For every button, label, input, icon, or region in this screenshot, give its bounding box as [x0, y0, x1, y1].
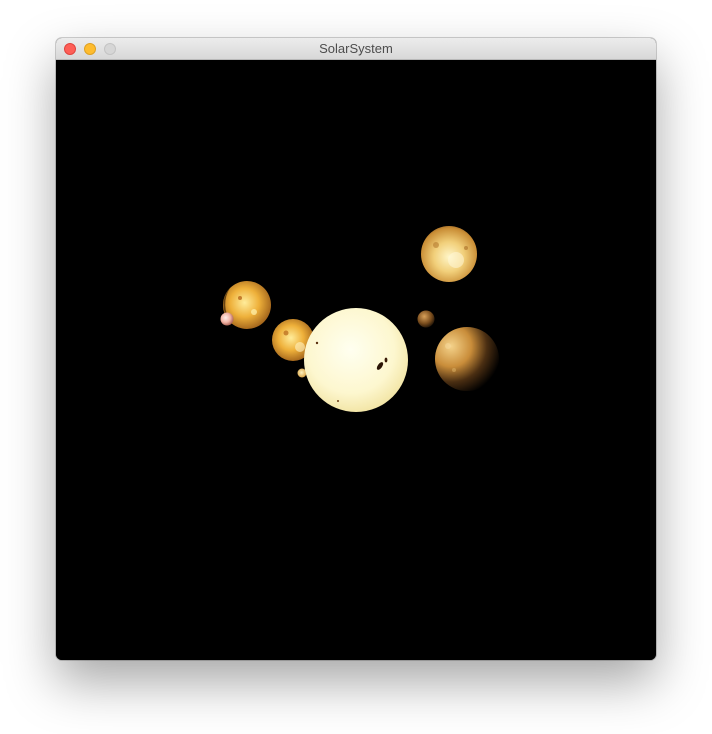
render-viewport[interactable] [56, 60, 656, 660]
app-window: SolarSystem [56, 38, 656, 660]
planet-right-shaded[interactable] [435, 327, 499, 391]
window-title: SolarSystem [319, 41, 393, 56]
sun[interactable] [304, 308, 408, 412]
small-planet-right[interactable] [417, 310, 435, 328]
scene-canvas[interactable] [56, 60, 656, 660]
moon-left-pink[interactable] [220, 312, 234, 326]
planet-upper-right[interactable] [421, 226, 477, 282]
title-bar[interactable]: SolarSystem [56, 38, 656, 60]
